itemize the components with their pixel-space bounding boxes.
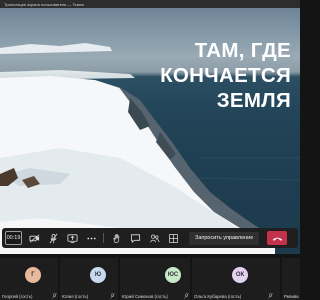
muted-mic-icon	[268, 293, 273, 299]
meeting-timer: 00:19	[5, 231, 22, 245]
microphone-button[interactable]	[46, 231, 60, 245]
participant-name: Георгий (гость)	[2, 294, 33, 299]
shared-screen: ТАМ, ГДЕ КОНЧАЕТСЯ ЗЕМЛЯ	[0, 8, 300, 254]
participant-name: Ревиви	[284, 294, 299, 299]
more-options-button[interactable]	[84, 231, 98, 245]
avatar: ОК	[232, 267, 248, 283]
window-title: Трансляция экрана пользователя — Teams	[4, 1, 85, 7]
headline-line: ТАМ, ГДЕ	[194, 39, 291, 62]
participant-tile[interactable]: Ревиви	[282, 258, 300, 300]
toolbar-divider	[103, 233, 104, 243]
headline-line: ЗЕМЛЯ	[216, 89, 291, 112]
chat-button[interactable]	[128, 231, 142, 245]
participant-name: Ольга Кубарева (гость)	[194, 294, 242, 299]
more-dots-icon	[86, 237, 96, 239]
participant-strip: Г Георгий (гость) Ю Юлия (гость) ЮС Юрий…	[0, 256, 300, 300]
participant-tile[interactable]: ОК Ольга Кубарева (гость)	[192, 258, 280, 300]
people-icon	[149, 234, 159, 242]
hang-up-icon	[272, 237, 282, 241]
chat-icon	[130, 233, 140, 243]
grid-icon	[168, 233, 178, 243]
meeting-controls-bar: 00:19 Запросить управление	[2, 228, 298, 248]
avatar: Г	[25, 267, 41, 283]
participant-tile[interactable]: ЮС Юрий Симонов (гость)	[120, 258, 190, 300]
leave-call-button[interactable]	[267, 231, 288, 245]
slide-headline: ТАМ, ГДЕ КОНЧАЕТСЯ ЗЕМЛЯ	[131, 38, 291, 113]
muted-mic-icon	[110, 293, 115, 299]
headline-line: КОНЧАЕТСЯ	[160, 64, 291, 87]
microphone-icon	[49, 233, 57, 243]
participant-tile[interactable]: Ю Юлия (гость)	[60, 258, 118, 300]
participant-name: Юлия (гость)	[62, 294, 89, 299]
breakout-rooms-button[interactable]	[166, 231, 180, 245]
participant-name: Юрий Симонов (гость)	[122, 294, 168, 299]
muted-mic-icon	[184, 293, 189, 299]
camera-button[interactable]	[27, 231, 41, 245]
raise-hand-icon	[112, 233, 119, 243]
participant-tile[interactable]: Г Георгий (гость)	[0, 258, 58, 300]
title-bar: Трансляция экрана пользователя — Teams	[0, 0, 300, 8]
participants-button[interactable]	[147, 231, 161, 245]
muted-mic-icon	[52, 293, 57, 299]
teams-meeting-window: Трансляция экрана пользователя — Teams Т…	[0, 0, 300, 300]
share-screen-icon	[67, 233, 77, 243]
request-control-button[interactable]: Запросить управление	[189, 231, 260, 245]
camera-icon	[28, 234, 39, 242]
avatar: ЮС	[165, 267, 181, 283]
avatar: Ю	[90, 267, 106, 283]
share-screen-button[interactable]	[65, 231, 79, 245]
raise-hand-button[interactable]	[109, 231, 123, 245]
